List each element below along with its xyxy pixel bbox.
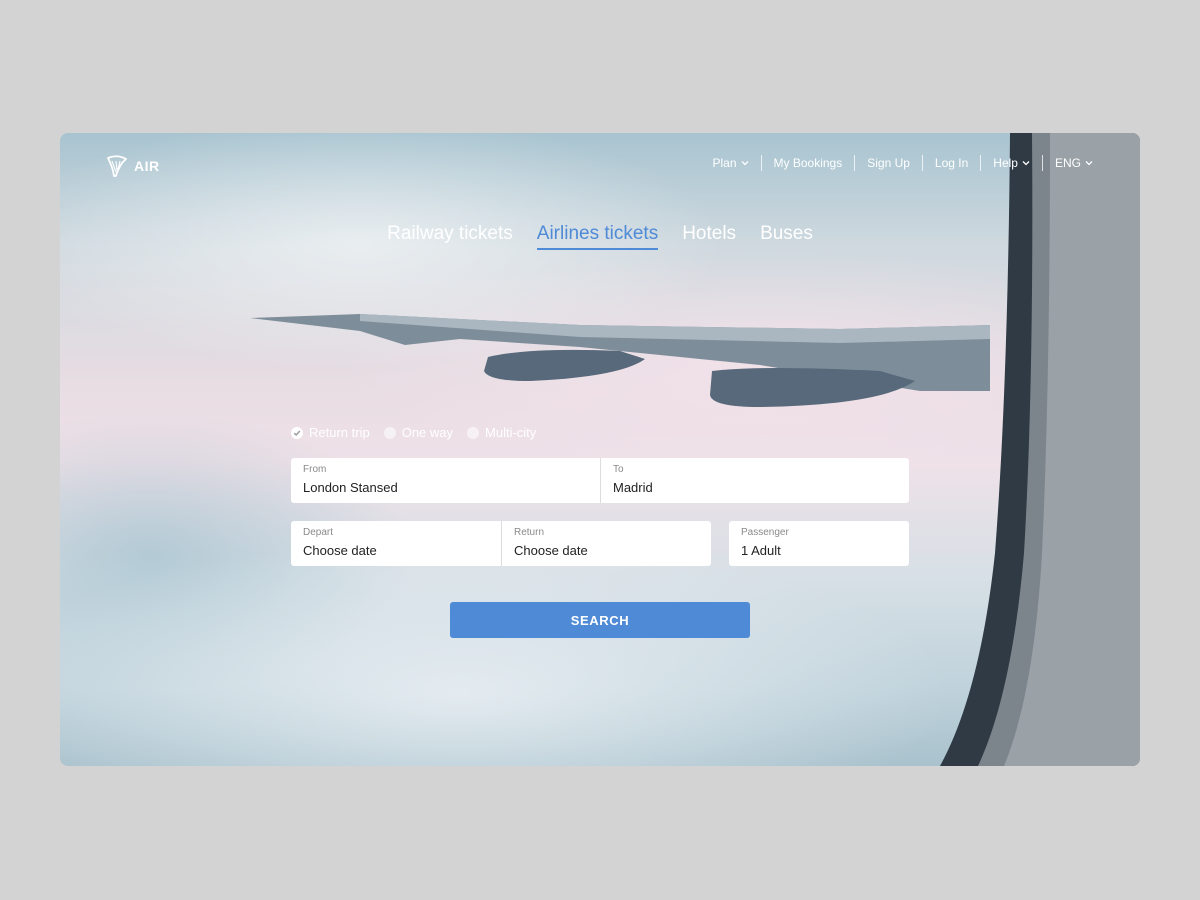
radio-return-trip[interactable]: Return trip [291, 425, 370, 440]
language-selector[interactable]: ENG [1043, 156, 1093, 170]
trip-type-options: Return trip One way Multi-city [291, 425, 536, 440]
field-label: Depart [303, 527, 334, 538]
radio-unchecked-icon [383, 426, 396, 439]
date-fields: Depart Choose date Return Choose date [291, 521, 711, 566]
depart-date-field[interactable]: Depart Choose date [291, 521, 501, 566]
nav-item-my-bookings[interactable]: My Bookings [762, 156, 855, 170]
radio-unchecked-icon [467, 426, 480, 439]
nav-item-label: Plan [712, 156, 737, 170]
radio-label: One way [401, 425, 454, 440]
nav-item-plan[interactable]: Plan [700, 156, 760, 170]
booking-tabs: Railway tickets Airlines tickets Hotels … [60, 223, 1140, 250]
field-label: Passenger [741, 527, 789, 538]
nav-item-sign-up[interactable]: Sign Up [855, 156, 922, 170]
radio-label: Multi-city [485, 425, 537, 440]
from-field[interactable]: From London Stansed [291, 458, 600, 503]
tab-railway-tickets[interactable]: Railway tickets [387, 223, 513, 250]
field-label: From [303, 464, 327, 475]
tab-buses[interactable]: Buses [760, 223, 813, 250]
field-label: Return [514, 527, 545, 538]
chevron-down-icon [1085, 161, 1093, 166]
radio-checked-icon [291, 426, 303, 439]
passenger-value: 1 Adult [741, 543, 781, 558]
to-value: Madrid [613, 480, 653, 495]
nav-item-label: Log In [934, 156, 969, 170]
harp-logo-icon [107, 155, 127, 177]
top-nav: Plan My Bookings Sign Up Log In Help ENG [700, 155, 1093, 171]
brand-logo[interactable]: AIR [107, 155, 160, 177]
hero-card: AIR Plan My Bookings Sign Up Log In Help… [60, 133, 1140, 766]
brand-name: AIR [134, 158, 160, 174]
to-field[interactable]: To Madrid [600, 458, 909, 503]
passenger-field[interactable]: Passenger 1 Adult [729, 521, 909, 566]
radio-one-way[interactable]: One way [383, 425, 454, 440]
nav-item-label: Sign Up [867, 156, 910, 170]
nav-item-log-in[interactable]: Log In [923, 156, 980, 170]
language-label: ENG [1054, 156, 1081, 170]
chevron-down-icon [741, 161, 748, 166]
check-icon [293, 430, 301, 436]
from-value: London Stansed [303, 480, 398, 495]
field-label: To [613, 464, 624, 475]
nav-item-help[interactable]: Help [981, 156, 1042, 170]
radio-label: Return trip [309, 425, 370, 440]
depart-value: Choose date [303, 543, 377, 558]
route-fields: From London Stansed To Madrid [291, 458, 909, 503]
return-date-field[interactable]: Return Choose date [501, 521, 711, 566]
chevron-down-icon [1022, 161, 1030, 166]
nav-item-label: Help [993, 156, 1018, 170]
nav-item-label: My Bookings [773, 156, 843, 170]
passenger-fields: Passenger 1 Adult [729, 521, 909, 566]
radio-multi-city[interactable]: Multi-city [467, 425, 536, 440]
search-button[interactable]: SEARCH [450, 602, 750, 638]
return-value: Choose date [514, 543, 588, 558]
tab-hotels[interactable]: Hotels [682, 223, 736, 250]
tab-airlines-tickets[interactable]: Airlines tickets [536, 223, 659, 250]
